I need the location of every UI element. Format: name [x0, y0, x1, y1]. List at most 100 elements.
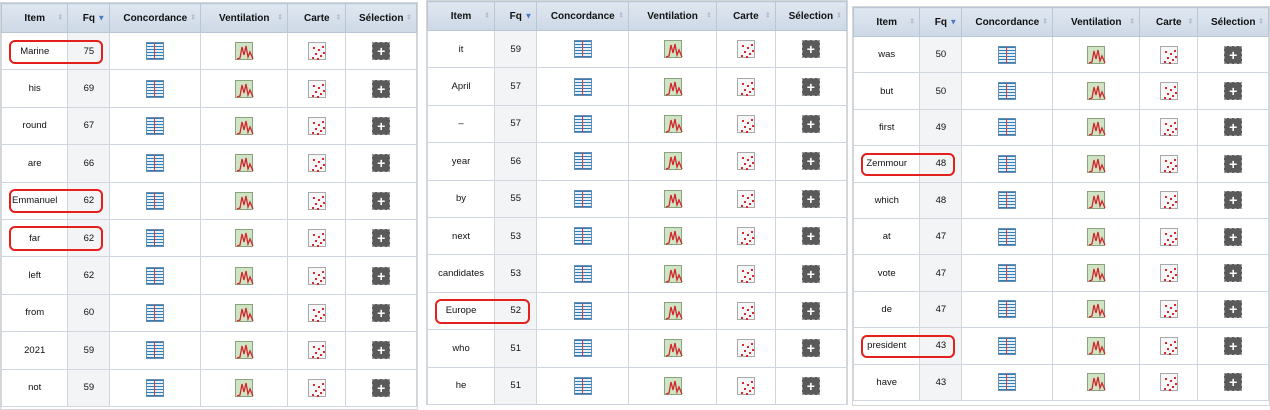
concordance-icon[interactable] — [998, 336, 1017, 355]
concordance-icon[interactable] — [146, 79, 165, 98]
table-row[interactable]: far 62 — [0, 218, 417, 258]
map-icon[interactable] — [736, 301, 755, 320]
map-icon[interactable] — [1159, 300, 1178, 319]
map-icon[interactable] — [1159, 82, 1178, 101]
add-selection-icon[interactable] — [1224, 227, 1243, 246]
table-row[interactable]: – 57 — [426, 104, 848, 144]
add-selection-icon[interactable] — [801, 264, 820, 283]
ventilation-chart-icon[interactable] — [663, 376, 683, 395]
sort-icon[interactable]: ⇕ — [1258, 19, 1264, 26]
concordance-icon[interactable] — [998, 227, 1017, 246]
map-icon[interactable] — [307, 303, 326, 322]
sort-icon[interactable]: ⇕ — [58, 15, 64, 22]
table-row[interactable]: 2021 59 — [0, 331, 417, 370]
ventilation-chart-icon[interactable] — [235, 303, 254, 322]
add-selection-icon[interactable] — [801, 152, 820, 171]
table-row[interactable]: de 47 — [852, 290, 1269, 329]
table-row[interactable]: are 66 — [0, 144, 417, 183]
table-row[interactable]: he 51 — [426, 366, 848, 405]
add-selection-icon[interactable] — [372, 191, 391, 210]
concordance-icon[interactable] — [573, 376, 592, 395]
ventilation-chart-icon[interactable] — [663, 77, 683, 96]
add-selection-icon[interactable] — [372, 79, 391, 98]
map-icon[interactable] — [1159, 264, 1178, 283]
concordance-icon[interactable] — [573, 227, 592, 246]
map-icon[interactable] — [307, 266, 326, 285]
table-row[interactable]: next 53 — [426, 216, 848, 256]
table-row[interactable]: not 59 — [0, 368, 417, 407]
sort-descending-icon[interactable]: ▼ — [97, 14, 105, 22]
sort-icon[interactable]: ⇕ — [910, 19, 916, 26]
sort-icon[interactable]: ⇕ — [484, 13, 490, 20]
add-selection-icon[interactable] — [372, 303, 391, 322]
add-selection-icon[interactable] — [1224, 82, 1243, 101]
add-selection-icon[interactable] — [372, 266, 391, 285]
table-row[interactable]: Emmanuel 62 — [0, 181, 417, 220]
concordance-icon[interactable] — [573, 339, 592, 358]
sort-descending-icon[interactable]: ▼ — [524, 12, 532, 20]
add-selection-icon[interactable] — [372, 229, 391, 248]
map-icon[interactable] — [736, 189, 755, 208]
map-icon[interactable] — [736, 152, 755, 171]
sort-icon[interactable]: ⇕ — [1042, 19, 1048, 26]
concordance-icon[interactable] — [573, 301, 592, 320]
concordance-icon[interactable] — [998, 264, 1017, 283]
map-icon[interactable] — [736, 339, 755, 358]
column-header-ventilation[interactable]: Ventilation ⇕ — [200, 3, 289, 33]
table-row[interactable]: April 57 — [426, 67, 848, 106]
table-row[interactable]: his 69 — [0, 69, 417, 108]
concordance-icon[interactable] — [146, 116, 165, 135]
concordance-icon[interactable] — [998, 300, 1017, 319]
concordance-icon[interactable] — [573, 152, 592, 171]
concordance-icon[interactable] — [573, 264, 592, 283]
concordance-icon[interactable] — [998, 82, 1017, 101]
ventilation-chart-icon[interactable] — [663, 227, 683, 246]
sort-icon[interactable]: ⇕ — [618, 13, 624, 20]
ventilation-chart-icon[interactable] — [1087, 264, 1106, 283]
column-header-concordance[interactable]: Concordance ⇕ — [961, 7, 1054, 37]
map-icon[interactable] — [307, 116, 326, 135]
column-header-selection[interactable]: Sélection ⇕ — [774, 1, 848, 31]
column-header-carte[interactable]: Carte ⇕ — [287, 3, 347, 33]
sort-icon[interactable]: ⇕ — [277, 15, 283, 22]
table-row[interactable]: Zemmour 48 — [852, 145, 1269, 183]
add-selection-icon[interactable] — [801, 40, 820, 59]
column-header-fq[interactable]: Fq ▼ — [494, 1, 538, 31]
table-row[interactable]: have 43 — [852, 363, 1269, 401]
ventilation-chart-icon[interactable] — [235, 229, 254, 248]
add-selection-icon[interactable] — [1224, 336, 1243, 355]
ventilation-chart-icon[interactable] — [1087, 118, 1106, 137]
map-icon[interactable] — [307, 79, 326, 98]
ventilation-chart-icon[interactable] — [1087, 154, 1106, 173]
column-header-carte[interactable]: Carte ⇕ — [715, 1, 776, 31]
ventilation-chart-icon[interactable] — [1087, 45, 1106, 64]
sort-icon[interactable]: ⇕ — [765, 13, 771, 20]
concordance-icon[interactable] — [573, 189, 592, 208]
add-selection-icon[interactable] — [372, 378, 391, 397]
add-selection-icon[interactable] — [1224, 45, 1243, 64]
map-icon[interactable] — [736, 77, 755, 96]
column-header-fq[interactable]: Fq ▼ — [67, 3, 111, 33]
sort-icon[interactable]: ⇕ — [706, 13, 712, 20]
sort-icon[interactable]: ⇕ — [406, 15, 412, 22]
concordance-icon[interactable] — [998, 45, 1017, 64]
ventilation-chart-icon[interactable] — [235, 42, 254, 61]
add-selection-icon[interactable] — [1224, 154, 1243, 173]
concordance-icon[interactable] — [146, 191, 165, 210]
table-row[interactable]: president 43 — [852, 327, 1269, 365]
ventilation-chart-icon[interactable] — [663, 264, 683, 283]
ventilation-chart-icon[interactable] — [235, 191, 254, 210]
add-selection-icon[interactable] — [372, 154, 391, 173]
ventilation-chart-icon[interactable] — [663, 114, 683, 133]
table-row[interactable]: round 67 — [0, 106, 417, 146]
map-icon[interactable] — [1159, 373, 1178, 392]
map-icon[interactable] — [307, 42, 326, 61]
map-icon[interactable] — [1159, 118, 1178, 137]
ventilation-chart-icon[interactable] — [663, 152, 683, 171]
add-selection-icon[interactable] — [801, 114, 820, 133]
add-selection-icon[interactable] — [1224, 373, 1243, 392]
ventilation-chart-icon[interactable] — [235, 116, 254, 135]
map-icon[interactable] — [307, 378, 326, 397]
concordance-icon[interactable] — [998, 118, 1017, 137]
sort-descending-icon[interactable]: ▼ — [949, 18, 957, 26]
